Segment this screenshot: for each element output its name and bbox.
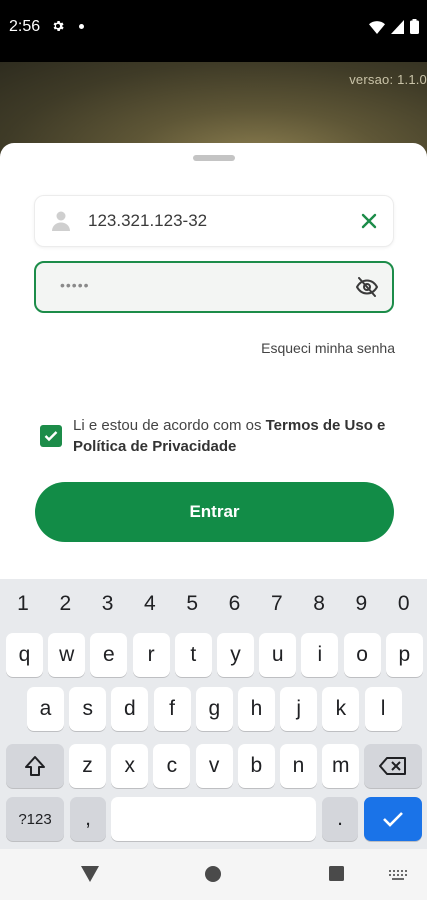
user-icon <box>52 211 70 231</box>
number-key[interactable]: 9 <box>341 589 381 619</box>
letter-key[interactable]: y <box>217 633 254 677</box>
check-icon <box>44 431 58 442</box>
space-key[interactable] <box>111 797 316 841</box>
letter-key[interactable]: m <box>322 744 360 788</box>
forgot-password-link[interactable]: Esqueci minha senha <box>261 340 395 356</box>
status-icons <box>369 19 419 34</box>
recents-icon[interactable] <box>329 866 344 881</box>
letter-key[interactable]: t <box>174 633 212 677</box>
letter-key[interactable]: b <box>237 744 275 788</box>
letter-key[interactable]: p <box>385 633 423 677</box>
status-time: 2:56 <box>9 18 41 35</box>
letter-key[interactable]: d <box>111 687 149 731</box>
letter-key[interactable]: w <box>48 633 86 677</box>
period-key[interactable]: . <box>322 797 358 841</box>
password-field[interactable]: ••••• <box>34 261 394 313</box>
letter-key[interactable]: j <box>280 687 318 731</box>
terms-checkbox[interactable] <box>40 425 62 447</box>
letter-key[interactable]: q <box>6 633 43 677</box>
backspace-key[interactable] <box>364 744 422 788</box>
number-key[interactable]: 7 <box>257 589 297 619</box>
letter-key[interactable]: u <box>259 633 297 677</box>
wifi-icon <box>369 20 385 34</box>
terms-text: Li e estou de acordo com os Termos de Us… <box>73 415 393 457</box>
backspace-icon <box>379 757 406 775</box>
number-key[interactable]: 0 <box>384 589 424 619</box>
letter-key[interactable]: a <box>27 687 64 731</box>
letter-key[interactable]: f <box>153 687 191 731</box>
letter-key[interactable]: o <box>343 633 381 677</box>
enter-button[interactable]: Entrar <box>35 482 394 542</box>
letter-key[interactable]: i <box>301 633 339 677</box>
letter-key[interactable]: k <box>322 687 360 731</box>
gear-icon <box>53 20 64 32</box>
status-bar: 2:56 <box>0 0 427 62</box>
keyboard-switch-icon[interactable] <box>389 870 407 880</box>
number-key[interactable]: 3 <box>88 589 128 619</box>
number-key[interactable]: 6 <box>215 589 255 619</box>
shift-icon <box>25 756 45 776</box>
letter-key[interactable]: e <box>90 633 128 677</box>
version-label: versao: 1.1.0 <box>349 72 427 87</box>
number-key[interactable]: 4 <box>130 589 170 619</box>
letter-key[interactable]: n <box>280 744 317 788</box>
letter-key[interactable]: x <box>111 744 149 788</box>
clear-icon[interactable] <box>361 213 377 229</box>
terms-prefix: Li e estou de acordo com os <box>73 417 266 434</box>
shift-key[interactable] <box>6 744 64 788</box>
letter-key[interactable]: r <box>132 633 170 677</box>
done-key[interactable] <box>364 797 422 841</box>
cpf-input[interactable]: 123.321.123-32 <box>88 211 207 231</box>
checkmark-icon <box>383 812 403 827</box>
number-key[interactable]: 8 <box>299 589 339 619</box>
home-icon[interactable] <box>205 866 221 882</box>
navigation-bar <box>0 849 427 900</box>
letter-key[interactable]: l <box>364 687 402 731</box>
eye-off-icon[interactable] <box>356 277 378 297</box>
battery-icon <box>410 19 419 34</box>
letter-key[interactable]: v <box>195 744 233 788</box>
notification-dot-icon <box>79 24 84 29</box>
symbols-key[interactable]: ?123 <box>6 797 64 841</box>
password-input[interactable]: ••••• <box>60 277 90 293</box>
number-key[interactable]: 1 <box>3 589 43 619</box>
login-sheet: 123.321.123-32 ••••• Esqueci minha senha… <box>0 143 427 579</box>
cpf-field[interactable]: 123.321.123-32 <box>34 195 394 247</box>
keyboard: ?123 , . 1234567890 qwertyuiop asdfghjkl zx… <box>0 579 427 849</box>
back-icon[interactable] <box>81 866 99 882</box>
letter-key[interactable]: z <box>69 744 106 788</box>
letter-key[interactable]: s <box>69 687 107 731</box>
sheet-drag-handle[interactable] <box>193 155 235 161</box>
comma-key[interactable]: , <box>70 797 106 841</box>
letter-key[interactable]: c <box>153 744 191 788</box>
number-key[interactable]: 2 <box>45 589 85 619</box>
letter-key[interactable]: h <box>238 687 275 731</box>
letter-key[interactable]: g <box>195 687 233 731</box>
number-key[interactable]: 5 <box>172 589 212 619</box>
cell-signal-icon <box>391 19 404 34</box>
